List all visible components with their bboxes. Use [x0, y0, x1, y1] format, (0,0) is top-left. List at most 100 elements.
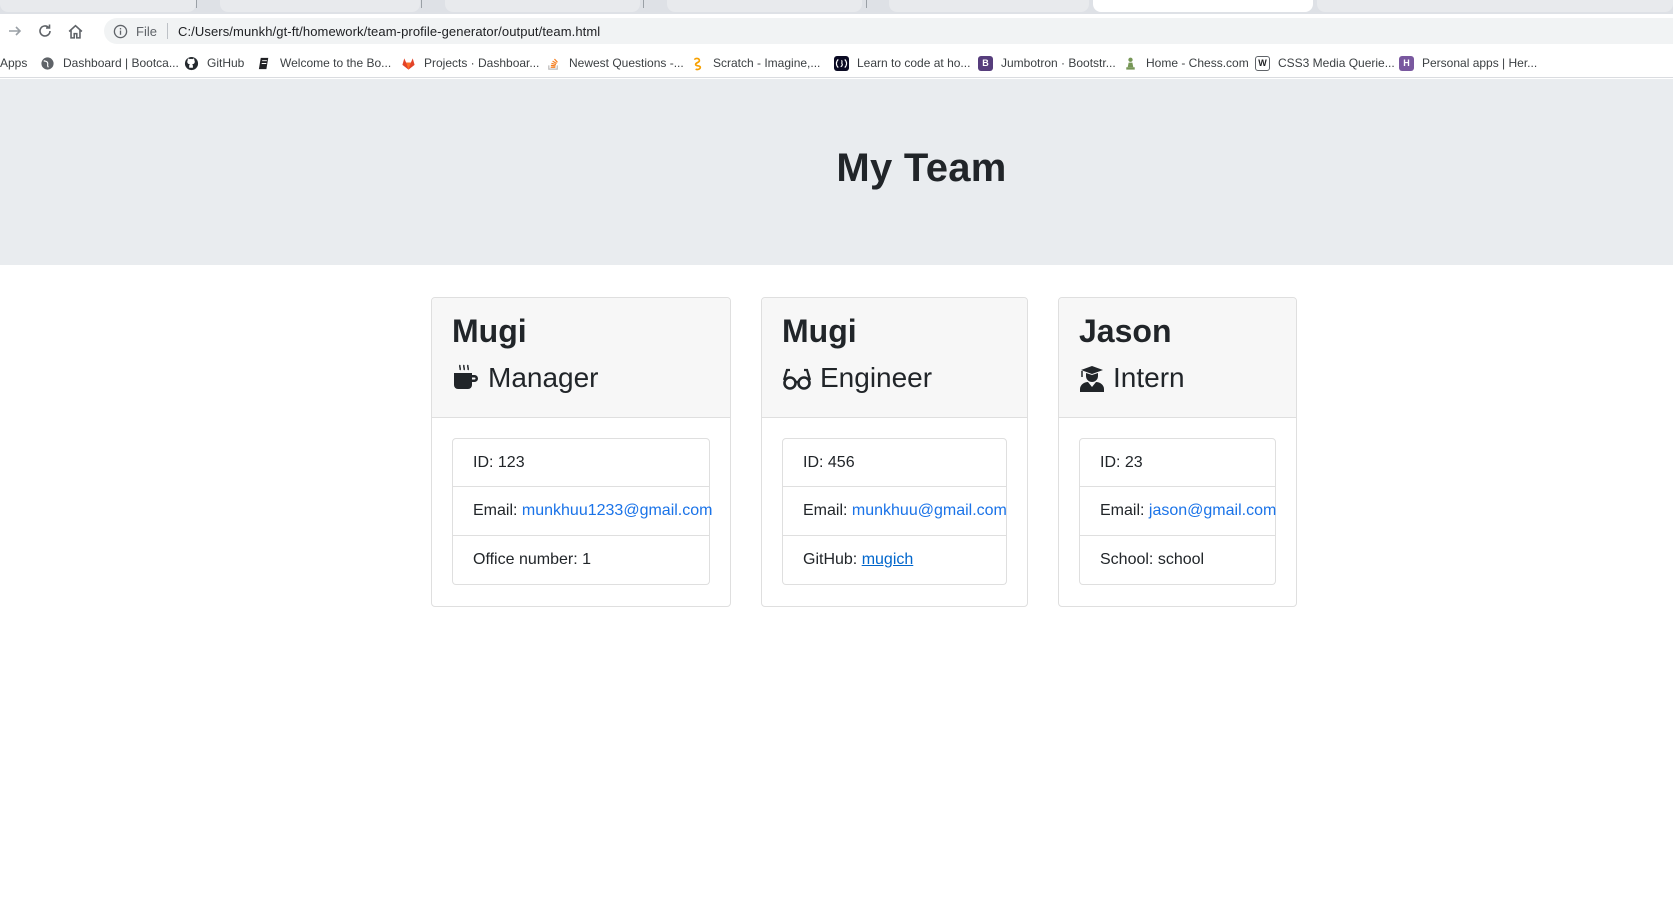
bookmark-label: CSS3 Media Querie...	[1278, 56, 1395, 70]
bookmark-chess[interactable]: Home - Chess.com	[1123, 53, 1249, 73]
address-bar[interactable]: File C:/Users/munkh/gt-ft/homework/team-…	[104, 18, 1673, 44]
tab-separator	[196, 0, 197, 8]
bookmark-github[interactable]: GitHub	[184, 53, 244, 73]
bootstrap-icon: B	[978, 55, 993, 71]
bookmark-label: Projects · Dashboar...	[424, 56, 540, 70]
bookmark-freecodecamp[interactable]: Learn to code at ho...	[834, 53, 970, 73]
employee-role: Manager	[452, 361, 599, 395]
employee-name: Jason	[1079, 313, 1172, 349]
email-label: Email:	[1100, 502, 1149, 519]
address-url[interactable]: C:/Users/munkh/gt-ft/homework/team-profi…	[178, 24, 600, 39]
id-label: ID: 23	[1100, 453, 1143, 471]
email-link[interactable]: munkhuu@gmail.com	[852, 502, 1007, 520]
employee-card-intern: Jason Intern ID: 23 Email: jason@gmail.c…	[1058, 297, 1297, 607]
bookmark-css3[interactable]: W CSS3 Media Querie...	[1255, 53, 1395, 73]
card-body: ID: 123 Email: munkhuu1233@gmail.com Off…	[452, 438, 713, 585]
card-body: ID: 456 Email: munkhuu@gmail.com GitHub:…	[782, 438, 1007, 585]
employee-id: ID: 23	[1079, 438, 1276, 487]
browser-tab[interactable]	[889, 0, 1089, 12]
graduate-icon	[1079, 364, 1105, 392]
tab-separator	[421, 0, 422, 8]
home-button[interactable]	[64, 20, 86, 42]
jumbotron: My Team	[0, 79, 1673, 265]
employee-card-engineer: Mugi Engineer ID: 456 Email: munkhuu@gma…	[761, 297, 1028, 607]
globe-icon	[40, 56, 55, 71]
forward-button[interactable]	[4, 20, 26, 42]
browser-tab[interactable]	[445, 0, 640, 12]
bookmark-heroku[interactable]: H Personal apps | Her...	[1399, 53, 1537, 73]
tab-separator	[643, 0, 644, 8]
email-label: Email:	[473, 502, 522, 519]
bookmark-label: Newest Questions -...	[569, 56, 684, 70]
github-link[interactable]: mugich	[862, 551, 914, 569]
browser-tab[interactable]	[667, 0, 862, 12]
book-icon	[257, 56, 272, 71]
employee-email: Email: munkhuu@gmail.com	[782, 487, 1007, 536]
info-icon[interactable]	[112, 23, 128, 39]
bookmark-bootstrap[interactable]: B Jumbotron · Bootstr...	[978, 53, 1116, 73]
browser-tab[interactable]	[220, 0, 420, 12]
tab-separator	[866, 0, 867, 8]
id-label: ID: 456	[803, 453, 855, 471]
employee-email: Email: munkhuu1233@gmail.com	[452, 487, 713, 536]
email-link[interactable]: jason@gmail.com	[1149, 502, 1276, 520]
employee-name: Mugi	[452, 313, 527, 349]
employee-name: Mugi	[782, 313, 857, 349]
bookmark-welcome[interactable]: Welcome to the Bo...	[257, 53, 391, 73]
tab-strip	[0, 0, 1673, 14]
employee-email: Email: jason@gmail.com	[1079, 487, 1276, 536]
coffee-mug-icon	[452, 364, 480, 392]
address-divider	[166, 23, 168, 39]
employee-role: Intern	[1079, 361, 1185, 395]
employee-school: School: school	[1079, 536, 1276, 585]
browser-toolbar: File C:/Users/munkh/gt-ft/homework/team-…	[0, 14, 1673, 48]
employee-role: Engineer	[782, 361, 932, 395]
office-label: Office number: 1	[473, 551, 591, 568]
page-title: My Team	[836, 146, 1007, 190]
bookmark-stackoverflow[interactable]: Newest Questions -...	[546, 53, 684, 73]
reload-icon	[39, 24, 51, 37]
employee-office: Office number: 1	[452, 536, 710, 585]
gitlab-icon	[401, 56, 416, 71]
browser-tab[interactable]	[1317, 0, 1673, 12]
role-label: Intern	[1113, 362, 1185, 393]
employee-id: ID: 123	[452, 438, 710, 487]
bookmark-dashboard[interactable]: Dashboard | Bootca...	[40, 53, 179, 73]
card-body: ID: 23 Email: jason@gmail.com School: sc…	[1079, 438, 1276, 585]
bookmark-label: Learn to code at ho...	[857, 56, 971, 70]
employee-github: GitHub: mugich	[782, 536, 1007, 585]
w3-icon: W	[1255, 55, 1270, 71]
school-label: School: school	[1100, 551, 1205, 568]
heroku-icon: H	[1399, 55, 1414, 71]
chess-icon	[1123, 56, 1138, 71]
id-label: ID: 123	[473, 453, 525, 471]
bookmark-label: GitHub	[207, 56, 245, 70]
card-header: Mugi Manager	[432, 298, 730, 418]
bookmark-label: Home - Chess.com	[1146, 56, 1249, 70]
reload-button[interactable]	[34, 20, 56, 42]
email-link[interactable]: munkhuu1233@gmail.com	[522, 502, 713, 520]
role-label: Engineer	[820, 362, 933, 393]
browser-tab[interactable]	[0, 0, 196, 12]
github-label: GitHub:	[803, 551, 862, 568]
email-label: Email:	[803, 502, 852, 519]
glasses-icon	[782, 364, 812, 392]
bookmark-apps[interactable]: Apps	[0, 53, 27, 73]
stackoverflow-icon	[546, 56, 561, 71]
bookmark-label: Dashboard | Bootca...	[63, 56, 179, 70]
role-label: Manager	[488, 362, 599, 393]
bookmark-label: Apps	[0, 56, 28, 70]
page-content: My Team Mugi Manager ID: 123 Email: munk…	[0, 79, 1673, 903]
browser-tab-active[interactable]	[1093, 0, 1313, 12]
home-icon	[68, 24, 82, 39]
card-header: Jason Intern	[1059, 298, 1296, 418]
bookmark-label: Welcome to the Bo...	[280, 56, 392, 70]
bookmark-scratch[interactable]: Scratch - Imagine,...	[690, 53, 820, 73]
employee-card-manager: Mugi Manager ID: 123 Email: munkhuu1233@…	[431, 297, 731, 607]
card-header: Mugi Engineer	[762, 298, 1027, 418]
bookmarks-bar: Apps Dashboard | Bootca... GitHub Welcom…	[0, 48, 1673, 78]
bookmark-projects[interactable]: Projects · Dashboar...	[401, 53, 539, 73]
bookmark-label: Scratch - Imagine,...	[713, 56, 821, 70]
employee-id: ID: 456	[782, 438, 1007, 487]
bookmark-label: Jumbotron · Bootstr...	[1001, 56, 1116, 70]
